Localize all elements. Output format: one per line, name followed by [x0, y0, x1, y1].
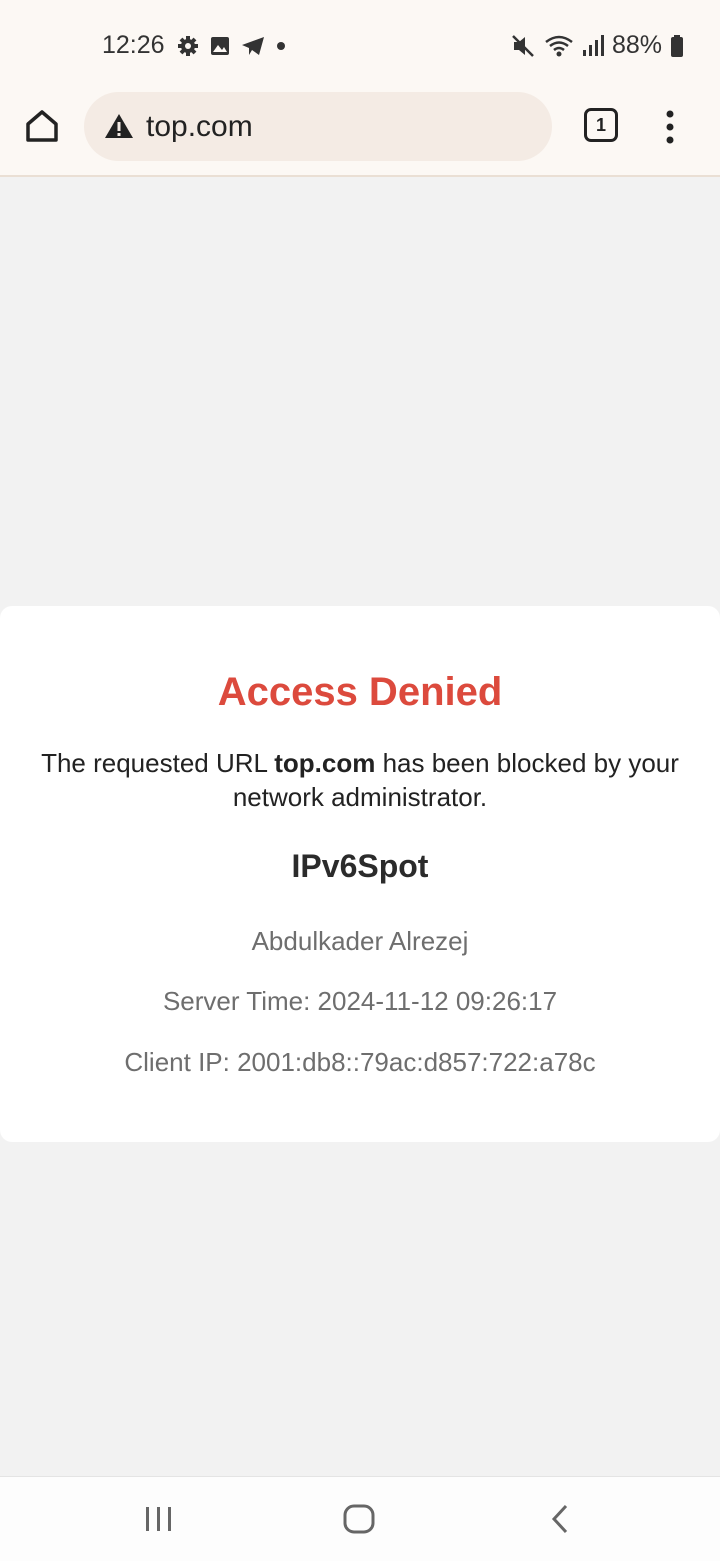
home-nav-icon[interactable] [342, 1503, 376, 1535]
server-time: Server Time: 2024-11-12 09:26:17 [162, 986, 558, 1016]
wifi-icon [545, 35, 573, 56]
page-title: Access Denied [217, 670, 503, 714]
battery-percent: 88% [611, 31, 662, 59]
telegram-icon [242, 37, 264, 55]
status-bar: 12:26 88% [0, 0, 720, 92]
recent-apps-icon[interactable] [144, 1505, 174, 1533]
block-page-card: Access Denied The requested URL top.com … [0, 606, 720, 1142]
mute-icon [512, 34, 534, 57]
client-ip: Client IP: 2001:db8::79ac:d857:722:a78c [124, 1047, 596, 1077]
blocked-url: top.com [274, 748, 376, 778]
image-icon [211, 37, 229, 55]
message-prefix: The requested URL [41, 748, 275, 778]
tab-switcher-button[interactable]: 1 [584, 108, 618, 142]
warning-icon[interactable] [104, 112, 134, 140]
system-navigation-bar [0, 1476, 720, 1561]
battery-icon [671, 34, 683, 57]
signal-icon [582, 34, 604, 56]
home-icon[interactable] [22, 106, 62, 146]
status-time: 12:26 [102, 31, 165, 59]
url-text[interactable]: top.com [146, 110, 253, 144]
notification-icons [176, 34, 288, 58]
tab-count: 1 [595, 115, 606, 135]
administrator-name: Abdulkader Alrezej [251, 926, 469, 956]
dot-icon [277, 42, 285, 50]
organization-name: IPv6Spot [291, 848, 429, 884]
more-menu-icon[interactable] [656, 108, 684, 148]
gear-icon [178, 36, 198, 56]
back-icon[interactable] [548, 1503, 572, 1535]
address-bar[interactable]: top.com [84, 92, 552, 161]
block-message: The requested URL top.com has been block… [40, 746, 680, 814]
system-indicators: 88% [510, 31, 684, 60]
browser-toolbar: top.com 1 [0, 92, 720, 177]
